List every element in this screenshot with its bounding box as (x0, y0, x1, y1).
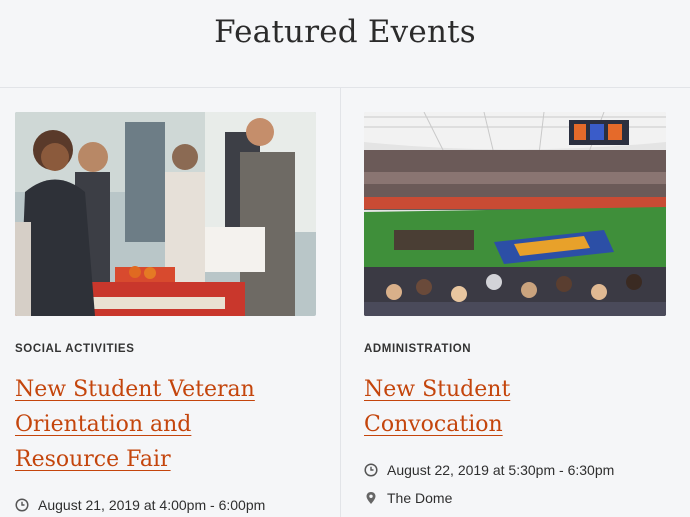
event-category: SOCIAL ACTIVITIES (15, 343, 135, 355)
event-location-text: The Dome (387, 490, 453, 506)
event-date: August 22, 2019 at 5:30pm - 6:30pm (364, 462, 614, 478)
clock-icon (15, 498, 29, 512)
map-pin-icon (364, 491, 378, 505)
event-location: The Dome (364, 490, 452, 506)
event-date-text: August 22, 2019 at 5:30pm - 6:30pm (387, 462, 615, 478)
event-card-convocation: ADMINISTRATION New Student Convocation A… (341, 88, 690, 517)
section-header: Featured Events (0, 0, 690, 88)
event-date-text: August 21, 2019 at 4:00pm - 6:00pm (38, 497, 266, 513)
clock-icon (364, 463, 378, 477)
event-title-link[interactable]: New Student Convocation (364, 372, 644, 442)
event-card-resource-fair: SOCIAL ACTIVITIES New Student Veteran Or… (0, 88, 340, 517)
section-title: Featured Events (214, 14, 476, 50)
event-category: ADMINISTRATION (364, 343, 472, 355)
resource-fair-photo[interactable] (15, 112, 316, 316)
event-title-link[interactable]: New Student Veteran Orientation and Reso… (15, 372, 285, 477)
event-date: August 21, 2019 at 4:00pm - 6:00pm (15, 497, 265, 513)
dome-stadium-photo[interactable] (364, 112, 666, 316)
